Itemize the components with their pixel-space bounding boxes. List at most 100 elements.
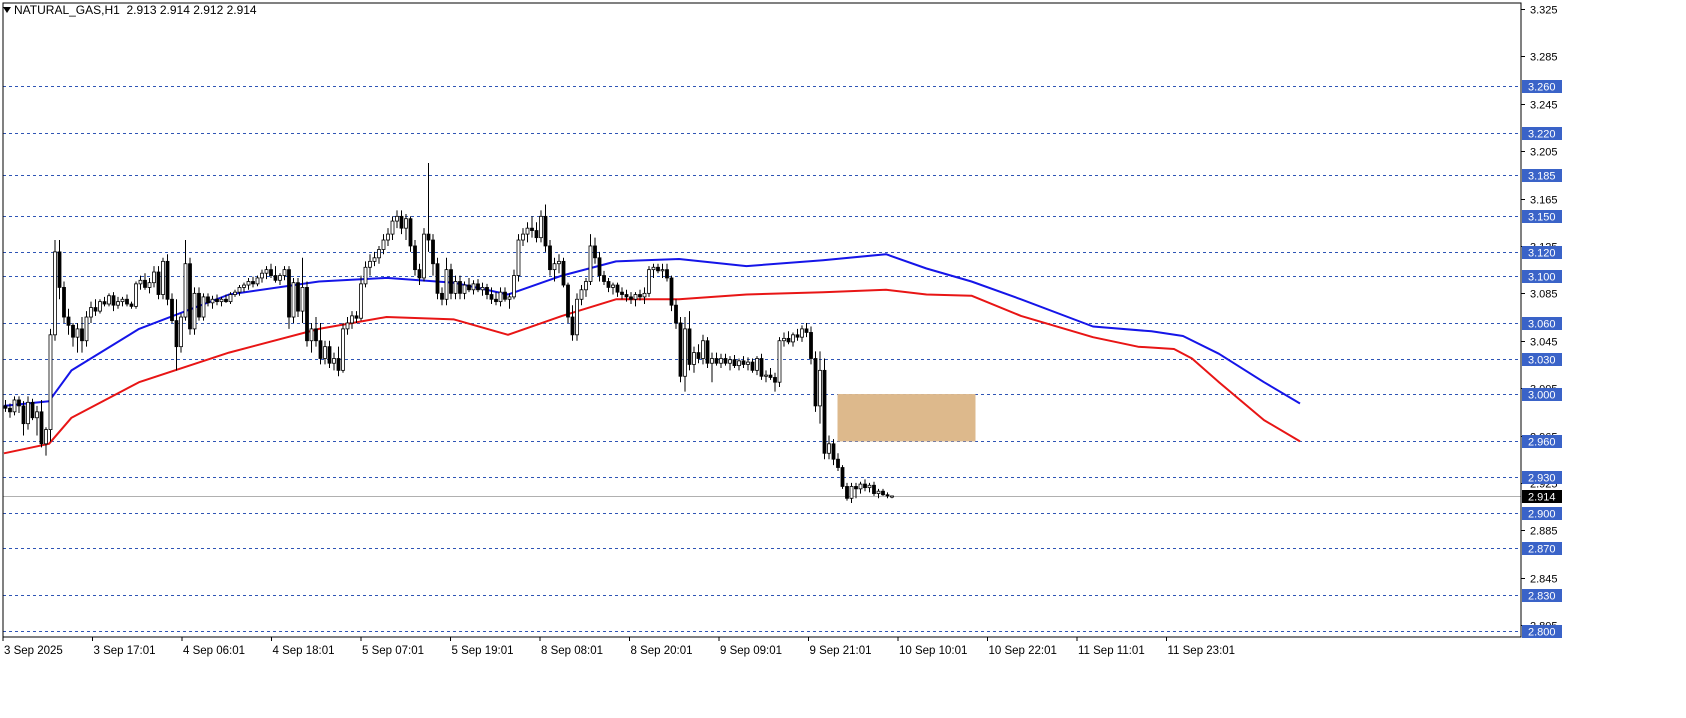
candle-body-bull (516, 239, 521, 276)
candle-body-bear (687, 328, 692, 365)
candle-body-bull (260, 272, 264, 279)
candle-body-bear (822, 369, 827, 454)
candle-body-bull (134, 283, 138, 307)
candle-body-bull (498, 291, 503, 303)
x-tick-label: 5 Sep 07:01 (362, 645, 424, 657)
candle (201, 293, 206, 321)
candle-body-bear (39, 411, 44, 445)
level-label: 3.000 (1528, 390, 1556, 402)
candle-body-bull (228, 294, 233, 303)
candle-body-bear (102, 301, 107, 305)
y-tick-label: 3.165 (1530, 195, 1558, 207)
candle-body-bull (507, 296, 512, 300)
candle-body-bull (44, 429, 48, 445)
candle-body-bull (588, 245, 593, 282)
candle-body-bull (264, 269, 269, 274)
candle-body-bear (417, 269, 422, 279)
candle-body-bull (381, 239, 386, 250)
candle-body-bear (638, 294, 642, 298)
candle (48, 328, 53, 442)
candle-body-bear (188, 263, 192, 330)
candle-body-bear (836, 458, 840, 468)
candle-body-bear (656, 266, 660, 272)
candle-body-bear (723, 358, 728, 364)
candle-body-bear (494, 298, 498, 303)
candle-body-bear (476, 283, 480, 291)
candle-body-bear (863, 483, 867, 489)
level-label: 3.030 (1528, 355, 1556, 367)
candle-body-bull (471, 283, 476, 291)
candle (98, 299, 102, 314)
candle-body-bull (161, 260, 165, 295)
candle-body-bull (98, 301, 102, 312)
candle-body-bear (845, 486, 849, 499)
candle-body-bear (57, 251, 62, 288)
candle-body-bull (719, 358, 723, 364)
collapse-triangle-icon[interactable] (3, 7, 11, 13)
candle-body-bull (201, 296, 206, 318)
x-tick-label: 3 Sep 17:01 (94, 645, 156, 657)
candle-body-bull (210, 298, 215, 304)
candle-body-bull (84, 316, 89, 342)
candle-body-bull (453, 281, 458, 294)
candle-body-bull (89, 307, 93, 318)
chart-window[interactable]: 3.3253.2853.2453.2053.1653.1253.0853.045… (0, 0, 1686, 713)
candle-body-bear (773, 377, 777, 383)
x-tick-label: 4 Sep 18:01 (273, 645, 335, 657)
candle (165, 254, 170, 306)
candle (575, 293, 579, 341)
candle-body-bull (800, 328, 804, 338)
candle-body-bull (633, 294, 638, 300)
candle-body-bull (26, 401, 30, 425)
candle-body-bear (629, 296, 633, 300)
level-label: 2.930 (1528, 473, 1556, 485)
candle-body-bear (602, 275, 606, 282)
candle-body-bear (467, 284, 471, 291)
level-label: 3.185 (1528, 171, 1556, 183)
candle-body-bull (647, 269, 651, 294)
y-tick-label: 3.085 (1530, 289, 1558, 301)
candle-body-bear (62, 287, 66, 318)
candle (422, 228, 426, 282)
candle-body-bull (368, 260, 372, 268)
x-tick-label: 9 Sep 21:01 (810, 645, 872, 657)
price-chart[interactable]: 3.3253.2853.2453.2053.1653.1253.0853.045… (0, 0, 1686, 713)
candle-body-bull (777, 340, 782, 383)
candle-body-bull (525, 227, 530, 235)
candle (516, 234, 521, 282)
candle-body-bull (858, 483, 863, 490)
candle-body-bear (296, 282, 300, 312)
y-tick-label: 3.325 (1530, 5, 1558, 17)
candle-body-bull (291, 282, 296, 318)
candle-body-bull (512, 275, 516, 298)
candle (305, 281, 309, 347)
candle-body-bull (849, 486, 854, 499)
candle-body-bear (741, 360, 746, 365)
x-tick-label: 8 Sep 08:01 (541, 645, 603, 657)
candle-body-bear (485, 287, 489, 295)
candle-body-bear (705, 340, 710, 364)
candle-body-bear (318, 340, 323, 359)
candle-body-bull (692, 352, 696, 365)
candle-body-bear (872, 484, 876, 494)
level-label: 3.220 (1528, 129, 1556, 141)
candle-body-bull (75, 328, 80, 338)
candle-body-bear (8, 407, 12, 413)
level-label: 2.960 (1528, 437, 1556, 449)
candle-body-bear (224, 298, 228, 303)
candle-body-bear (125, 298, 129, 305)
candle-body-bear (503, 291, 507, 300)
candle-body-bull (183, 263, 188, 318)
candle-body-bear (813, 358, 818, 407)
x-tick-label: 3 Sep 2025 (4, 645, 63, 657)
candle-body-bull (323, 346, 327, 359)
y-tick-label: 3.285 (1530, 52, 1558, 64)
candle (134, 281, 138, 309)
candle-body-bear (624, 294, 629, 298)
candle (777, 337, 782, 387)
candle-body-bear (678, 322, 683, 377)
y-tick-label: 3.245 (1530, 100, 1558, 112)
candle-body-bull (755, 358, 759, 371)
x-tick-label: 11 Sep 23:01 (1168, 645, 1236, 657)
candle-body-bull (746, 361, 750, 365)
